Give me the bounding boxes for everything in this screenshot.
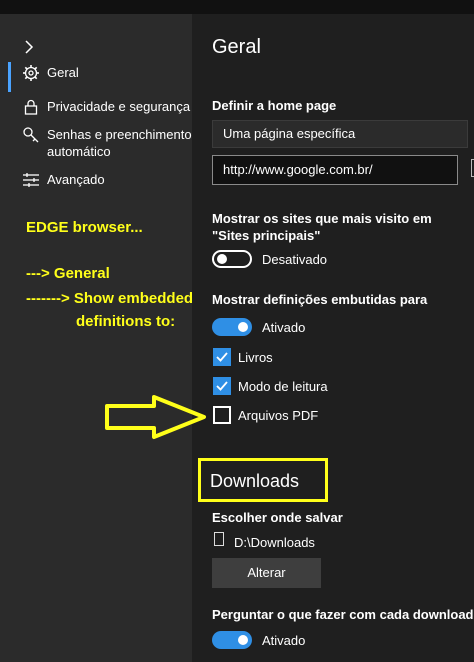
save-location-label: Escolher onde salvar: [212, 510, 343, 525]
checkbox-modo-leitura[interactable]: [213, 377, 231, 395]
embedded-toggle-label: Ativado: [262, 320, 306, 335]
page-title: Geral: [212, 36, 261, 58]
download-path: D:\Downloads: [234, 535, 315, 550]
sidebar-item-passwords[interactable]: Senhas e preenchimento automático: [0, 126, 192, 162]
sidebar-item-label: Geral: [47, 65, 79, 80]
sidebar-item-label: Senhas e preenchimento: [47, 127, 192, 142]
checkbox-modo-leitura-label: Modo de leitura: [238, 379, 328, 394]
settings-panel: Geral Definir a home page Uma página esp…: [192, 14, 474, 662]
checkbox-arquivos-pdf-label: Arquivos PDF: [238, 408, 319, 423]
top-sites-toggle-label: Desativado: [262, 252, 328, 267]
ask-download-toggle-label: Ativado: [262, 633, 306, 648]
checkbox-livros[interactable]: [213, 348, 231, 366]
home-page-label: Definir a home page: [212, 98, 337, 113]
top-sites-label: Mostrar os sites que mais visito em "Sit…: [212, 211, 432, 243]
sidebar-item-label-line2: automático: [47, 144, 111, 159]
downloads-title: Downloads: [210, 471, 300, 491]
annotation-line-4: definitions to:: [76, 313, 176, 330]
gear-icon: [22, 64, 40, 82]
sidebar: Geral Privacidade e segurança Senhas e p…: [0, 14, 192, 662]
toggle-knob: [217, 254, 227, 264]
home-page-select[interactable]: Uma página específica: [212, 120, 468, 148]
change-location-button[interactable]: Alterar: [212, 558, 321, 588]
checkmark-icon: [216, 381, 228, 391]
checkbox-livros-label: Livros: [238, 350, 273, 365]
ask-download-toggle[interactable]: [212, 631, 252, 649]
sliders-icon: [22, 171, 40, 189]
annotation-line-1: EDGE browser...: [26, 219, 143, 236]
annotation-arrow-icon: [105, 395, 206, 439]
lock-icon: [22, 98, 40, 116]
sidebar-item-label: Avançado: [47, 172, 105, 187]
checkmark-icon: [216, 352, 228, 362]
sidebar-item-advanced[interactable]: Avançado: [0, 171, 192, 191]
home-page-url-input[interactable]: http://www.google.com.br/: [212, 155, 458, 185]
sidebar-item-label: Privacidade e segurança: [47, 99, 191, 114]
embedded-toggle[interactable]: [212, 318, 252, 336]
embedded-label: Mostrar definições embutidas para: [212, 292, 428, 307]
toggle-knob: [238, 322, 248, 332]
annotation-line-3: -------> Show embedded: [26, 290, 194, 307]
chevron-right-icon[interactable]: [24, 40, 34, 59]
top-sites-toggle[interactable]: [212, 250, 252, 268]
folder-icon: [214, 532, 224, 546]
key-icon: [22, 126, 40, 144]
ask-download-label: Perguntar o que fazer com cada download: [212, 607, 474, 622]
annotation-line-2: ---> General: [26, 265, 110, 282]
checkbox-arquivos-pdf[interactable]: [213, 406, 231, 424]
sidebar-item-privacy[interactable]: Privacidade e segurança: [0, 98, 192, 118]
sidebar-item-geral[interactable]: Geral: [0, 64, 192, 84]
toggle-knob: [238, 635, 248, 645]
window-top-bar: [0, 0, 474, 14]
